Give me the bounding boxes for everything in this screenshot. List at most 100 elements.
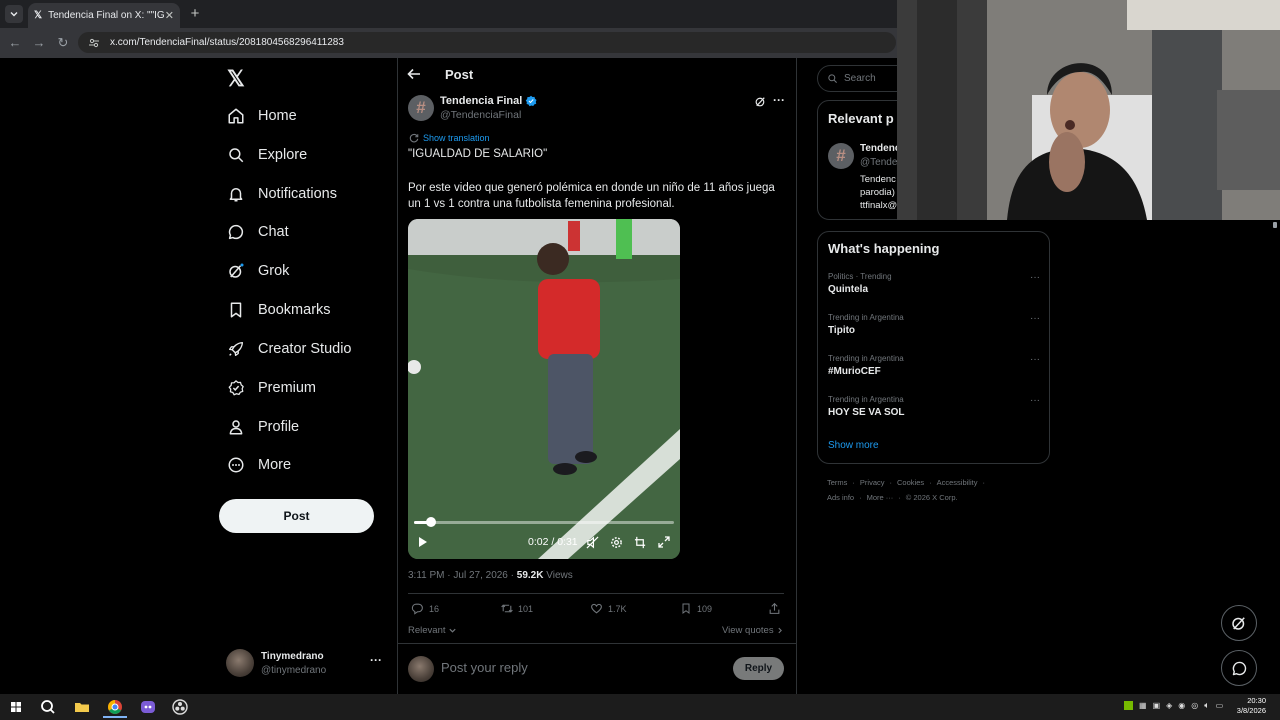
nav-label: Grok — [258, 263, 290, 279]
new-tab-button[interactable]: + — [186, 6, 204, 22]
discord-icon[interactable] — [138, 697, 158, 717]
nav-item-grok[interactable]: Grok — [218, 252, 289, 290]
play-icon[interactable] — [418, 536, 428, 548]
like-action[interactable]: 1.7K — [590, 602, 627, 615]
show-translation-link[interactable]: Show translation — [409, 133, 490, 143]
tray-app-icon[interactable]: ◉ — [1178, 701, 1185, 710]
footer-link-cookies[interactable]: Cookies — [897, 478, 924, 487]
sort-label: Relevant — [408, 625, 446, 636]
reply-action[interactable]: 16 — [411, 602, 439, 615]
reply-button[interactable]: Reply — [733, 657, 784, 680]
account-switcher[interactable]: Tinymedrano @tinymedrano ··· — [226, 649, 386, 679]
tab-title: Tendencia Final on X: ""IGUALD — [48, 10, 165, 21]
trend-item[interactable]: Trending in Argentina HOY SE VA SOL ··· — [828, 395, 1040, 418]
trend-title: Quintela — [828, 284, 869, 295]
footer-link-privacy[interactable]: Privacy — [860, 478, 885, 487]
footer-link-more[interactable]: More ··· — [867, 493, 894, 502]
reply-input[interactable]: Post your reply — [441, 660, 528, 675]
windows-start-icon[interactable] — [6, 697, 26, 717]
nav-item-creator-studio[interactable]: Creator Studio — [218, 330, 352, 368]
url-input[interactable]: x.com/TendenciaFinal/status/208180456829… — [78, 32, 896, 53]
x-logo-icon[interactable]: 𝕏 — [227, 66, 245, 92]
obs-icon[interactable] — [170, 697, 190, 717]
relevant-person-avatar[interactable]: # — [828, 143, 854, 169]
sort-dropdown[interactable]: Relevant — [408, 625, 457, 636]
video-progress-track[interactable] — [414, 521, 674, 524]
nav-item-home[interactable]: Home — [218, 97, 297, 135]
nav-label: Creator Studio — [258, 341, 352, 357]
show-more-link[interactable]: Show more — [828, 440, 879, 451]
taskbar-search-icon[interactable] — [38, 697, 58, 717]
footer-link-ads-info[interactable]: Ads info — [827, 493, 854, 502]
file-explorer-icon[interactable] — [72, 697, 92, 717]
chrome-icon[interactable] — [105, 697, 125, 717]
nav-item-more[interactable]: More — [218, 446, 291, 484]
trend-item[interactable]: Politics · Trending Quintela ··· — [828, 272, 1040, 295]
trend-item[interactable]: Trending in Argentina Tipito ··· — [828, 313, 1040, 336]
page-scrollbar[interactable] — [1272, 222, 1278, 692]
tray-app-icon[interactable]: ◈ — [1166, 701, 1172, 710]
relevant-person-name[interactable]: Tendenc — [860, 143, 900, 154]
reload-icon[interactable]: ↻ — [54, 34, 72, 52]
close-tab-icon[interactable]: ✕ — [165, 9, 174, 22]
reply-count: 16 — [429, 603, 440, 614]
chat-float-button[interactable] — [1221, 650, 1257, 686]
tray-app-icon[interactable]: ▦ — [1139, 701, 1147, 710]
grok-explain-icon[interactable] — [754, 95, 768, 109]
author-avatar[interactable]: # — [408, 95, 434, 121]
trend-more-icon[interactable]: ··· — [1030, 272, 1040, 283]
account-menu-icon[interactable]: ··· — [370, 653, 382, 667]
post-button[interactable]: Post — [219, 499, 374, 533]
nav-item-premium[interactable]: Premium — [218, 369, 316, 407]
trend-meta: Trending in Argentina — [828, 313, 904, 322]
forward-arrow-icon[interactable]: → — [30, 34, 48, 52]
taskbar-clock[interactable]: 20:30 3/8/2026 — [1232, 696, 1266, 716]
nav-item-chat[interactable]: Chat — [218, 213, 289, 251]
picture-in-picture-icon[interactable] — [634, 536, 647, 549]
trend-more-icon[interactable]: ··· — [1030, 395, 1040, 406]
mute-icon[interactable] — [586, 536, 599, 549]
account-handle: @tinymedrano — [261, 665, 327, 676]
divider — [398, 643, 796, 644]
nav-item-profile[interactable]: Profile — [218, 408, 299, 446]
hashtag-logo-icon: # — [416, 98, 426, 117]
chevron-down-icon — [10, 12, 18, 17]
settings-gear-icon[interactable] — [610, 536, 623, 549]
chat-bubble-icon — [228, 224, 244, 240]
tray-app-icon[interactable]: ▣ — [1153, 701, 1161, 710]
trend-more-icon[interactable]: ··· — [1030, 313, 1040, 324]
author-name-row[interactable]: Tendencia Final — [440, 95, 537, 107]
video-time: 0:02 / 0:31 — [528, 536, 578, 548]
view-quotes-link[interactable]: View quotes — [722, 625, 784, 636]
trend-more-icon[interactable]: ··· — [1030, 354, 1040, 365]
nav-item-notifications[interactable]: Notifications — [218, 175, 337, 213]
share-icon[interactable] — [768, 602, 781, 615]
volume-icon[interactable]: 🔈︎ — [1204, 700, 1209, 711]
site-info-icon[interactable] — [88, 37, 100, 49]
tab-search-button[interactable] — [5, 5, 23, 23]
bookmark-action[interactable]: 109 — [680, 602, 712, 615]
fullscreen-icon[interactable] — [658, 536, 670, 548]
nav-item-bookmarks[interactable]: Bookmarks — [218, 291, 331, 329]
tray-app-icon[interactable]: ◎ — [1191, 701, 1198, 710]
network-icon[interactable]: ▭ — [1216, 701, 1224, 710]
author-handle[interactable]: @TendenciaFinal — [440, 109, 521, 121]
back-arrow-icon[interactable] — [407, 67, 423, 83]
bio-line: parodia) — [860, 187, 895, 198]
video-scrubber-handle[interactable] — [425, 517, 436, 527]
repost-action[interactable]: 101 — [500, 602, 533, 615]
footer-link-terms[interactable]: Terms — [827, 478, 847, 487]
browser-tab[interactable]: 𝕏 Tendencia Final on X: ""IGUALD ✕ — [28, 3, 180, 28]
bio-line: ttfinalx@ — [860, 200, 898, 211]
reply-icon — [411, 603, 423, 615]
post-more-icon[interactable]: ··· — [773, 93, 785, 107]
video-player[interactable]: 0:02 / 0:31 — [408, 219, 680, 559]
back-arrow-icon[interactable]: ← — [6, 34, 24, 52]
nav-item-explore[interactable]: Explore — [218, 136, 307, 174]
post-timestamp[interactable]: 3:11 PM · Jul 27, 2026 · — [408, 570, 517, 581]
trend-item[interactable]: Trending in Argentina #MurioCEF ··· — [828, 354, 1040, 377]
grok-float-button[interactable] — [1221, 605, 1257, 641]
trend-meta: Trending in Argentina — [828, 395, 904, 404]
footer-link-accessibility[interactable]: Accessibility — [937, 478, 978, 487]
nvidia-icon[interactable] — [1124, 701, 1133, 710]
